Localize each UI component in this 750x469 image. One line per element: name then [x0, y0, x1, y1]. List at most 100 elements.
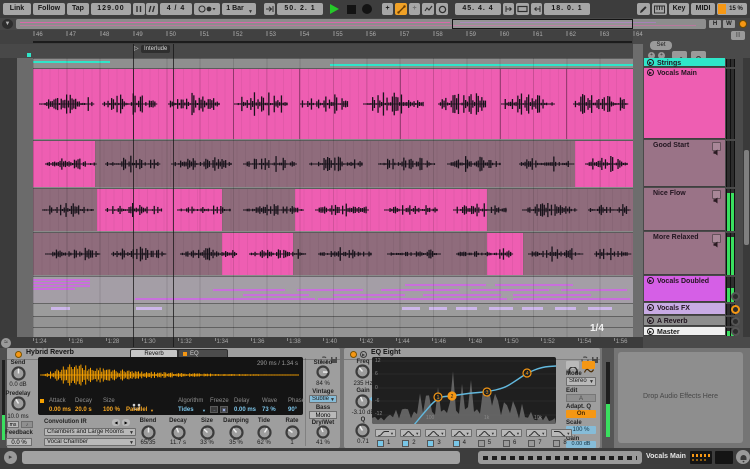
stereo-knob[interactable]	[316, 365, 330, 379]
track-header-vocals-main[interactable]: ▶ Vocals Main	[644, 68, 725, 139]
feedback-value[interactable]: 0.0 %	[6, 438, 32, 446]
mini-clip[interactable]	[513, 298, 630, 300]
tempo-field[interactable]: 129.00	[91, 3, 131, 15]
attack-active-checkbox[interactable]	[40, 399, 44, 403]
mixer-section-toggle[interactable]: |||	[731, 31, 745, 40]
hybrid-knob-tide[interactable]	[256, 425, 272, 440]
band-toggle-5[interactable]	[477, 440, 485, 447]
device-fold-icon[interactable]: ▶	[360, 351, 367, 358]
nudge-up-button[interactable]	[146, 3, 158, 15]
eq-headphone-button[interactable]	[566, 361, 579, 374]
dry-wet-value[interactable]: 41 %	[306, 440, 340, 446]
hybrid-knob-decay[interactable]	[170, 425, 186, 440]
band-toggle-3[interactable]	[427, 440, 435, 447]
fx-clip[interactable]	[522, 307, 543, 310]
automation-arm-button[interactable]	[395, 3, 407, 15]
freeze-button[interactable]: ▣	[220, 406, 228, 413]
notification-bell-button[interactable]	[736, 450, 750, 464]
track-header-master[interactable]: ▶ Master	[644, 327, 725, 336]
track-header-more-relaxed[interactable]: More Relaxed	[644, 232, 725, 275]
fx-clip[interactable]	[588, 307, 612, 310]
metronome-button[interactable]	[194, 3, 220, 15]
mini-clip[interactable]	[561, 289, 627, 291]
mini-clip[interactable]	[495, 284, 573, 286]
band-filter-type-menu[interactable]: ▼	[425, 429, 447, 437]
mini-clip[interactable]	[33, 282, 90, 284]
play-icon[interactable]: ▶	[647, 328, 654, 335]
eq-analyze-button[interactable]	[582, 361, 595, 373]
hybrid-knob-rate[interactable]	[284, 425, 300, 440]
mini-clip[interactable]	[213, 289, 285, 291]
device-title[interactable]: EQ Eight	[371, 349, 401, 356]
mini-clip[interactable]	[243, 294, 309, 296]
ir-category-menu[interactable]: Chambers and Large Rooms ▼	[44, 428, 136, 436]
draw-mode-button[interactable]	[637, 3, 650, 15]
mini-clip[interactable]	[405, 284, 486, 286]
eq-mode-menu[interactable]: Stereo ▼	[566, 377, 596, 386]
hybrid-knob-damping[interactable]	[228, 425, 244, 440]
band-toggle-8[interactable]	[553, 440, 561, 447]
fx-clip[interactable]	[402, 307, 420, 310]
arrangement-overview[interactable]	[16, 19, 706, 29]
track-header-vocals-fx[interactable]: ▶ Vocals FX	[644, 303, 725, 315]
band-toggle-4[interactable]	[452, 440, 460, 447]
midi-map-button[interactable]: MIDI	[691, 3, 715, 15]
eq-freq-knob[interactable]	[355, 364, 370, 379]
insert-marker-line[interactable]	[173, 44, 174, 347]
band-filter-type-menu[interactable]: ▼	[375, 429, 396, 437]
optimize-width-button[interactable]: W	[723, 20, 735, 28]
stereo-value[interactable]: 84 %	[306, 381, 340, 387]
track-header-good-start[interactable]: Good Start	[644, 140, 725, 187]
send-value[interactable]: 0.0 dB	[2, 382, 34, 388]
mini-clip[interactable]	[423, 294, 501, 296]
optimize-height-button[interactable]: H	[709, 20, 721, 28]
session-record-button[interactable]	[436, 3, 448, 15]
loop-button[interactable]	[516, 3, 529, 15]
fx-clip[interactable]	[51, 307, 71, 310]
eq-gain-knob[interactable]	[355, 394, 370, 409]
mini-clip[interactable]	[381, 289, 459, 291]
knob-value[interactable]: 1	[274, 440, 310, 446]
band-filter-type-menu[interactable]: ▼	[501, 429, 522, 437]
back-to-arrangement-button[interactable]: ▼	[2, 19, 13, 29]
band-toggle-7[interactable]	[528, 440, 536, 447]
device-title[interactable]: Hybrid Reverb	[26, 349, 74, 356]
predelay-knob[interactable]	[11, 396, 26, 411]
reenable-automation-button[interactable]: +	[409, 3, 420, 15]
link-button[interactable]: Link	[3, 3, 31, 15]
mini-clip[interactable]	[33, 279, 90, 281]
midi-overdub-button[interactable]: +	[382, 3, 393, 15]
play-button[interactable]	[330, 4, 339, 14]
mini-clip[interactable]	[513, 294, 591, 296]
band-filter-type-menu[interactable]: ▼	[450, 429, 472, 437]
locator-lane[interactable]	[0, 44, 643, 58]
eq-edit-button[interactable]: A	[566, 394, 596, 402]
mini-clip[interactable]	[471, 289, 549, 291]
punch-out-button[interactable]	[531, 3, 542, 15]
vertical-scrollbar-thumb[interactable]	[744, 150, 749, 245]
mini-clip[interactable]	[318, 298, 507, 300]
hybrid-knob-size[interactable]	[199, 425, 215, 440]
ir-file-menu[interactable]: Vocal Chamber ▼	[44, 438, 136, 446]
arrangement-follow-button[interactable]	[264, 3, 275, 15]
freeze-in-button[interactable]: →	[210, 406, 218, 413]
predelay-sync-button[interactable]: ♪	[21, 421, 33, 428]
eq-adapt-q-button[interactable]: On	[566, 410, 596, 418]
punch-in-button[interactable]	[503, 3, 514, 15]
track-header-strings[interactable]: ▶ Strings	[644, 58, 725, 67]
mini-clip[interactable]	[333, 294, 405, 296]
ir-next-button[interactable]: ▶	[122, 419, 130, 426]
routing-parallel-icon[interactable]	[132, 398, 142, 410]
capture-midi-button[interactable]	[422, 3, 434, 15]
fx-clip[interactable]	[136, 307, 162, 310]
band-filter-type-menu[interactable]: ▼	[475, 429, 497, 437]
fx-clip[interactable]	[555, 307, 576, 310]
mini-clip[interactable]	[135, 298, 315, 300]
track-header-vocals-doubled[interactable]: ▶ Vocals Doubled	[644, 276, 725, 302]
eq-q-knob[interactable]	[355, 423, 370, 438]
record-button[interactable]	[362, 4, 372, 14]
dry-wet-knob[interactable]	[316, 425, 330, 439]
loop-length-field[interactable]: 18. 0. 1	[544, 3, 590, 15]
band-filter-type-menu[interactable]: ▼	[526, 429, 548, 437]
follow-scroll-button[interactable]: ≈	[1, 338, 11, 348]
